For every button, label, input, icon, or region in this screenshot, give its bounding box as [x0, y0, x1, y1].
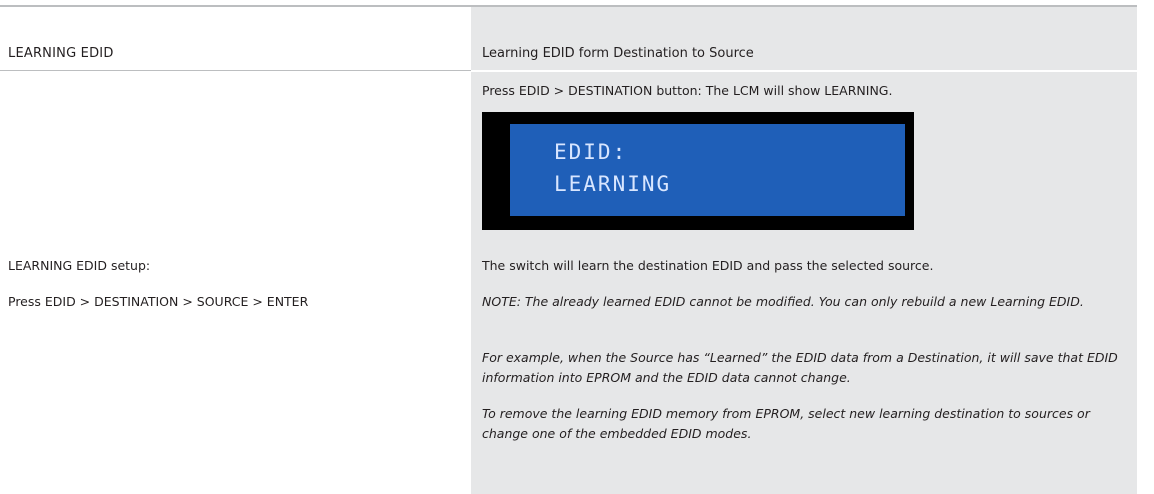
- setup-label: LEARNING EDID setup:: [8, 258, 151, 273]
- learn-description: The switch will learn the destination ED…: [482, 258, 934, 273]
- header-learning-edid: LEARNING EDID: [8, 46, 114, 61]
- table-header-row: LEARNING EDID Learning EDID form Destina…: [0, 38, 1137, 70]
- note-text: NOTE: The already learned EDID cannot be…: [482, 294, 1084, 309]
- remove-instructions-text: To remove the learning EDID memory from …: [482, 406, 1090, 441]
- header-learning-edid-destination-to-source: Learning EDID form Destination to Source: [482, 46, 754, 61]
- setup-steps: Press EDID > DESTINATION > SOURCE > ENTE…: [8, 294, 309, 309]
- header-divider-left: [0, 70, 471, 71]
- lcd-display: EDID: LEARNING: [482, 112, 914, 230]
- example-text: For example, when the Source has “Learne…: [482, 350, 1118, 385]
- lcd-line-1: EDID:: [554, 140, 628, 164]
- press-instruction-text: Press EDID > DESTINATION button: The LCM…: [482, 83, 893, 98]
- lcd-screen: EDID: LEARNING: [510, 124, 905, 216]
- lcd-line-2: LEARNING: [554, 172, 672, 196]
